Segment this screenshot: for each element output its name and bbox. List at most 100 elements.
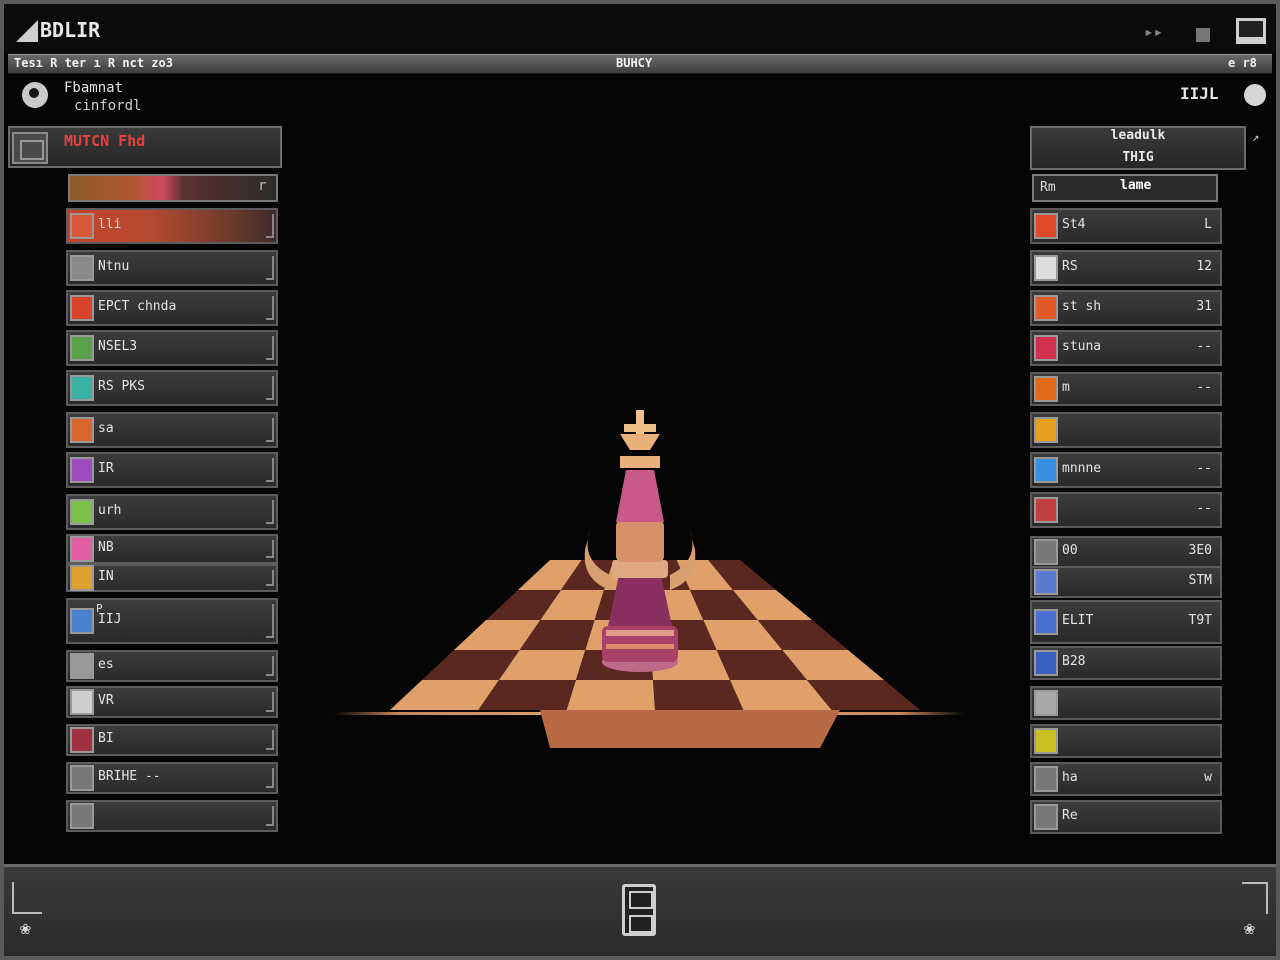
row-tick — [266, 500, 274, 524]
player-avatar-icon[interactable] — [22, 82, 48, 108]
left-list-item[interactable]: NSEL3 — [66, 330, 278, 366]
item-icon — [70, 765, 94, 791]
left-list-item[interactable]: Ntnu — [66, 250, 278, 286]
player-name: Fbamnat — [64, 80, 124, 96]
item-icon — [70, 727, 94, 753]
right-list-item[interactable] — [1030, 724, 1222, 758]
item-icon — [70, 295, 94, 321]
item-icon — [1034, 497, 1058, 523]
row-tick — [266, 730, 274, 750]
right-list-item[interactable]: -- — [1030, 492, 1222, 528]
right-list-item[interactable]: St4 L — [1030, 208, 1222, 244]
right-list-item[interactable]: Re — [1030, 800, 1222, 834]
item-label: IR — [98, 461, 114, 476]
right-list-item[interactable]: mnnne -- — [1030, 452, 1222, 488]
panel-menu-icon[interactable] — [12, 132, 48, 164]
row-tick — [266, 418, 274, 442]
right-list-item[interactable]: RS 12 — [1030, 250, 1222, 286]
left-list-item[interactable]: IR — [66, 452, 278, 488]
item-label: urh — [98, 503, 122, 518]
item-value: w — [1204, 770, 1212, 785]
progress-bar — [68, 174, 278, 202]
item-value: 3E0 — [1188, 543, 1212, 558]
item-icon — [1034, 295, 1058, 321]
item-icon — [1034, 213, 1058, 239]
left-list-item[interactable]: RS PKS — [66, 370, 278, 406]
item-label: lli — [98, 217, 122, 232]
restore-icon[interactable] — [1196, 28, 1210, 42]
settings-left-icon[interactable]: ❀ — [20, 918, 31, 939]
item-label: Ntnu — [98, 259, 130, 274]
board-square[interactable] — [566, 680, 655, 710]
menu-left-text[interactable]: Tesı R ter ı R nct zo3 — [14, 56, 173, 70]
item-icon — [1034, 569, 1058, 595]
right-list-item[interactable]: B28 — [1030, 646, 1222, 680]
app-logo-icon — [16, 20, 38, 42]
right-panel-subtitle: THIG — [1122, 150, 1154, 165]
settings-right-icon[interactable]: ❀ — [1244, 918, 1255, 939]
row-tick — [266, 540, 274, 558]
item-label: RS — [1062, 259, 1078, 274]
minimize-icon[interactable]: ▸▸ — [1144, 22, 1184, 42]
item-label: st sh — [1062, 299, 1102, 314]
right-list-item[interactable]: ELIT T9T — [1030, 600, 1222, 644]
maximize-icon[interactable] — [1236, 18, 1266, 44]
right-list-item[interactable]: stuna -- — [1030, 330, 1222, 366]
item-value: L — [1204, 217, 1212, 232]
forward-icon[interactable] — [1242, 882, 1268, 914]
left-list-item[interactable] — [66, 800, 278, 832]
item-icon — [1034, 804, 1058, 830]
item-label: sa — [98, 421, 114, 436]
item-icon — [70, 255, 94, 281]
left-list-item[interactable]: sa — [66, 412, 278, 448]
item-icon — [70, 457, 94, 483]
right-list-item[interactable]: st sh 31 — [1030, 290, 1222, 326]
item-label: EPCT chnda — [98, 299, 177, 314]
right-list-item[interactable]: 00 3E0 — [1030, 536, 1222, 568]
opponent-avatar-icon[interactable] — [1244, 84, 1266, 106]
item-label: NB — [98, 540, 114, 555]
menu-right-text[interactable]: e r8 — [1228, 56, 1257, 70]
item-value: 12 — [1196, 259, 1212, 274]
item-icon — [1034, 376, 1058, 402]
row-tick — [266, 214, 274, 238]
row-tick — [266, 692, 274, 712]
device-icon[interactable] — [622, 884, 656, 936]
chess-board[interactable] — [320, 400, 980, 760]
left-list-item[interactable]: NB — [66, 534, 278, 564]
board-square[interactable] — [653, 680, 744, 710]
item-label: BRIHE -- — [98, 769, 161, 784]
item-icon — [70, 417, 94, 443]
right-list-item[interactable] — [1030, 686, 1222, 720]
right-list-item[interactable]: STM — [1030, 566, 1222, 598]
item-icon — [70, 335, 94, 361]
expand-icon[interactable]: ↗ — [1252, 130, 1259, 144]
right-list-item[interactable] — [1030, 412, 1222, 448]
left-list-item[interactable]: urh — [66, 494, 278, 530]
item-icon — [70, 499, 94, 525]
player-subtitle: cinfordl — [74, 98, 142, 114]
left-list-item[interactable]: BRIHE -- — [66, 762, 278, 794]
left-list-item[interactable]: lli — [66, 208, 278, 244]
item-icon — [70, 213, 94, 239]
item-icon — [1034, 609, 1058, 635]
item-icon — [70, 565, 94, 591]
right-list-item[interactable]: ha w — [1030, 762, 1222, 796]
back-icon[interactable] — [12, 882, 42, 914]
row-tick — [266, 336, 274, 360]
item-value: -- — [1196, 380, 1212, 395]
row-tick — [266, 296, 274, 320]
item-label: BI — [98, 731, 114, 746]
item-icon — [1034, 255, 1058, 281]
progress-bar-end: r — [258, 178, 267, 194]
item-value: -- — [1196, 339, 1212, 354]
item-label: B28 — [1062, 654, 1086, 669]
left-list-item[interactable]: EPCT chnda — [66, 290, 278, 326]
left-list-item[interactable]: IN — [66, 564, 278, 592]
item-icon — [1034, 539, 1058, 565]
right-list-item[interactable]: m -- — [1030, 372, 1222, 406]
left-list-item[interactable]: VR — [66, 686, 278, 718]
item-value: STM — [1188, 573, 1212, 588]
left-list-item[interactable]: es — [66, 650, 278, 682]
left-list-item[interactable]: BI — [66, 724, 278, 756]
